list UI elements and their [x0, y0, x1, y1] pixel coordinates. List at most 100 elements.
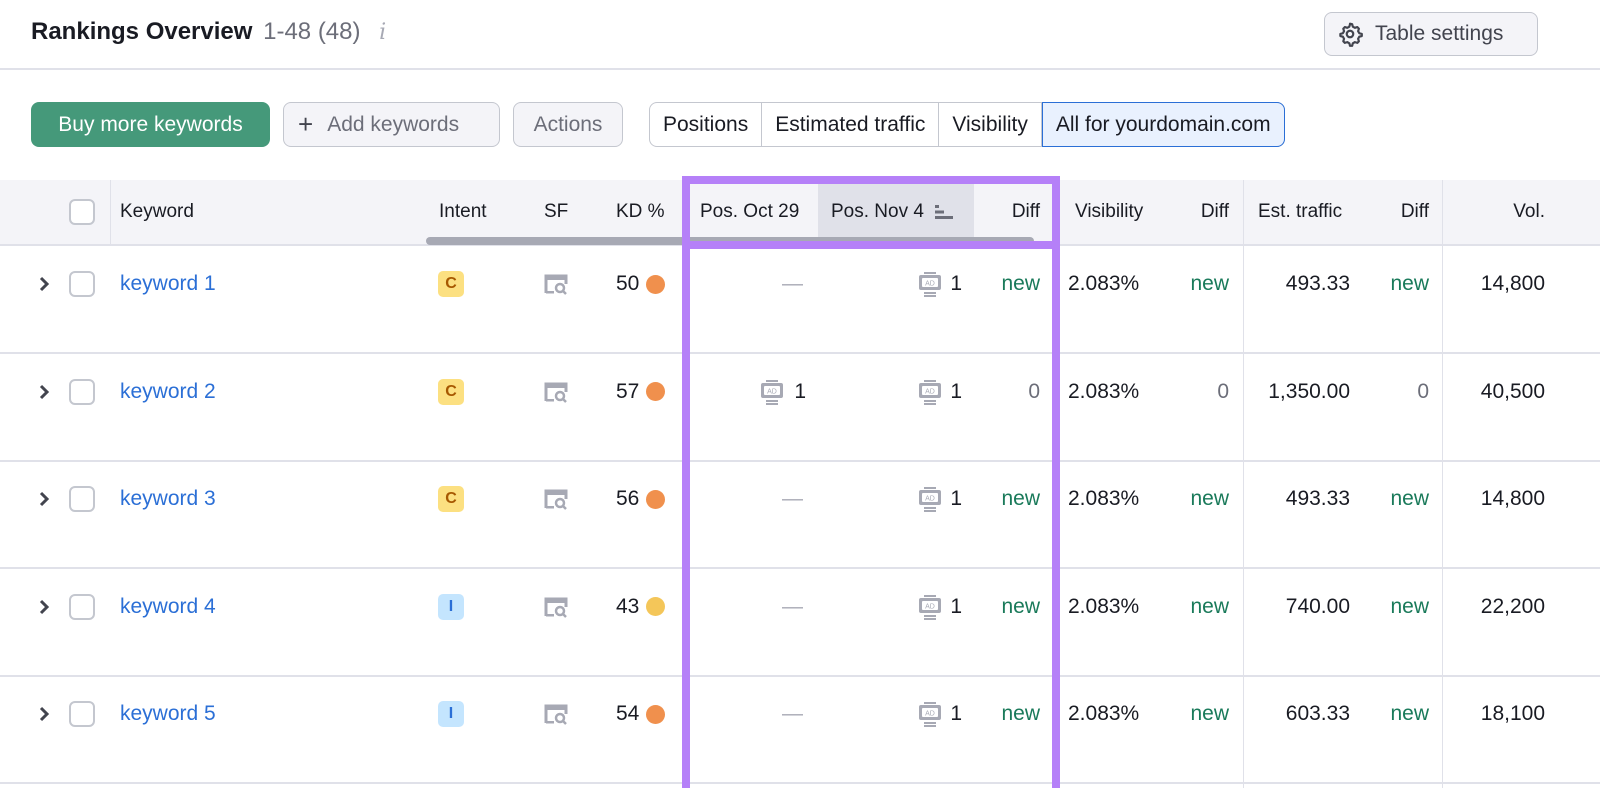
keyword-link[interactable]: keyword 4 — [120, 595, 216, 619]
traffic-diff-value: new — [1390, 594, 1429, 618]
row-checkbox[interactable] — [69, 486, 95, 512]
add-keywords-button[interactable]: + Add keywords — [283, 102, 500, 147]
svg-text:AD: AD — [925, 496, 935, 503]
pos-nov-4-value: 1 — [950, 702, 962, 725]
column-header-keyword[interactable]: Keyword — [120, 180, 194, 244]
info-icon[interactable]: i — [379, 20, 386, 45]
table-settings-label: Table settings — [1375, 22, 1504, 45]
visibility-diff-value: new — [1190, 702, 1229, 725]
pos-oct-29-value: — — [782, 594, 803, 618]
segment-estimated-traffic[interactable]: Estimated traffic — [762, 103, 940, 146]
ad-serp-feature-icon: AD — [919, 272, 942, 297]
keyword-link[interactable]: keyword 5 — [120, 702, 216, 726]
pos-oct-29-cell: AD 1 — [690, 356, 806, 428]
row-checkbox[interactable] — [69, 271, 95, 297]
visibility-value: 2.083% — [1068, 594, 1140, 618]
expand-row-chevron-icon[interactable] — [36, 595, 54, 619]
svg-text:AD: AD — [925, 388, 935, 395]
column-header-visibility-diff[interactable]: Diff — [1170, 180, 1229, 244]
segment-visibility[interactable]: Visibility — [939, 103, 1042, 146]
row-checkbox[interactable] — [69, 701, 95, 727]
keyword-link[interactable]: keyword 2 — [120, 380, 216, 404]
serp-features-icon[interactable] — [543, 381, 569, 403]
keyword-link[interactable]: keyword 1 — [120, 272, 216, 296]
add-keywords-label: Add keywords — [327, 112, 460, 136]
column-header-visibility[interactable]: Visibility — [1075, 180, 1143, 244]
plus-icon: + — [298, 109, 314, 139]
select-all-checkbox[interactable] — [69, 199, 95, 225]
pos-nov-4-cell: AD 1 — [900, 248, 962, 320]
volume-value: 14,800 — [1480, 487, 1545, 510]
column-header-traffic-diff[interactable]: Diff — [1370, 180, 1429, 244]
ad-serp-feature-icon: AD — [919, 594, 942, 620]
volume-value: 14,800 — [1480, 272, 1545, 295]
column-header-pos-nov-4[interactable]: Pos. Nov 4 — [818, 180, 974, 244]
intent-badge: I — [438, 593, 464, 620]
traffic-diff-value: new — [1390, 487, 1429, 510]
visibility-value: 2.083% — [1068, 379, 1140, 403]
visibility-value: 2.083% — [1068, 272, 1140, 295]
column-header-pos-diff[interactable]: Diff — [974, 180, 1040, 244]
ad-serp-feature-icon: AD — [761, 379, 784, 405]
volume-value: 18,100 — [1480, 702, 1545, 725]
column-header-sf[interactable]: SF — [544, 180, 568, 244]
expand-row-chevron-icon[interactable] — [36, 702, 54, 726]
intent-badge: C — [438, 486, 464, 512]
kd-value: 50 — [616, 272, 640, 295]
column-header-pos-oct-29[interactable]: Pos. Oct 29 — [690, 180, 818, 244]
pos-nov-4-value: 1 — [950, 594, 962, 618]
pos-oct-29-cell: — — [782, 463, 803, 535]
kd-value: 57 — [616, 379, 640, 403]
kd-difficulty-dot — [646, 597, 666, 616]
ad-serp-feature-icon: AD — [919, 487, 942, 512]
ad-serp-feature-icon: AD — [919, 702, 942, 727]
buy-more-keywords-button[interactable]: Buy more keywords — [31, 102, 270, 147]
visibility-diff-value: new — [1190, 272, 1229, 295]
traffic-diff-value: new — [1390, 272, 1429, 295]
serp-features-cell — [543, 356, 569, 428]
row-checkbox-cell — [69, 356, 95, 428]
segment-all-for-domain[interactable]: All for yourdomain.com — [1041, 102, 1285, 147]
expand-row-chevron-icon[interactable] — [36, 380, 54, 404]
serp-features-icon[interactable] — [543, 488, 569, 510]
actions-button[interactable]: Actions — [513, 102, 623, 147]
pos-nov-4-cell: AD 1 — [900, 571, 962, 643]
view-segmented-control: Positions Estimated traffic Visibility A… — [649, 102, 1285, 147]
table-row: keyword 2 C 57 AD 1 AD 1 0 2.083% 0 1,350.00 0 40,50… — [0, 356, 1600, 462]
gear-icon — [1339, 22, 1363, 47]
serp-features-icon[interactable] — [543, 273, 569, 295]
serp-features-cell — [543, 678, 569, 750]
row-checkbox[interactable] — [69, 593, 95, 620]
table-row: keyword 3 C 56 — AD 1 new 2.083% new 493.33 new 14,… — [0, 463, 1600, 569]
row-checkbox-cell — [69, 463, 95, 535]
toolbar: Buy more keywords + Add keywords Actions… — [0, 102, 1600, 148]
row-checkbox[interactable] — [69, 378, 95, 405]
visibility-value: 2.083% — [1068, 487, 1140, 510]
pos-oct-29-cell: — — [782, 678, 803, 750]
expand-row-chevron-icon[interactable] — [36, 487, 54, 511]
keyword-link[interactable]: keyword 3 — [120, 487, 216, 511]
pos-oct-29-value: — — [782, 272, 803, 295]
row-checkbox-cell — [69, 571, 95, 643]
visibility-diff-value: new — [1190, 487, 1229, 510]
horizontal-scrollbar[interactable] — [426, 237, 1034, 245]
est-traffic-value: 1,350.00 — [1268, 379, 1350, 403]
kd-cell: 54 — [616, 678, 666, 750]
ad-serp-feature-icon: AD — [919, 379, 942, 405]
pos-nov-4-value: 1 — [950, 487, 962, 510]
serp-features-icon[interactable] — [543, 596, 569, 618]
traffic-diff-value: 0 — [1417, 379, 1429, 403]
visibility-diff-value: 0 — [1217, 379, 1229, 403]
kd-value: 56 — [616, 487, 640, 510]
expand-row-chevron-icon[interactable] — [36, 272, 54, 296]
column-header-est-traffic[interactable]: Est. traffic — [1258, 180, 1342, 244]
column-header-volume[interactable]: Vol. — [1460, 180, 1545, 244]
table-settings-button[interactable]: Table settings — [1324, 12, 1538, 56]
column-header-kd[interactable]: KD % — [616, 180, 665, 244]
page-title-text: Rankings Overview — [31, 18, 253, 45]
column-header-pos-nov-4-label: Pos. Nov 4 — [831, 201, 924, 222]
volume-value: 22,200 — [1480, 594, 1545, 618]
segment-positions[interactable]: Positions — [650, 103, 763, 146]
serp-features-icon[interactable] — [543, 703, 569, 725]
column-header-intent[interactable]: Intent — [439, 180, 487, 244]
